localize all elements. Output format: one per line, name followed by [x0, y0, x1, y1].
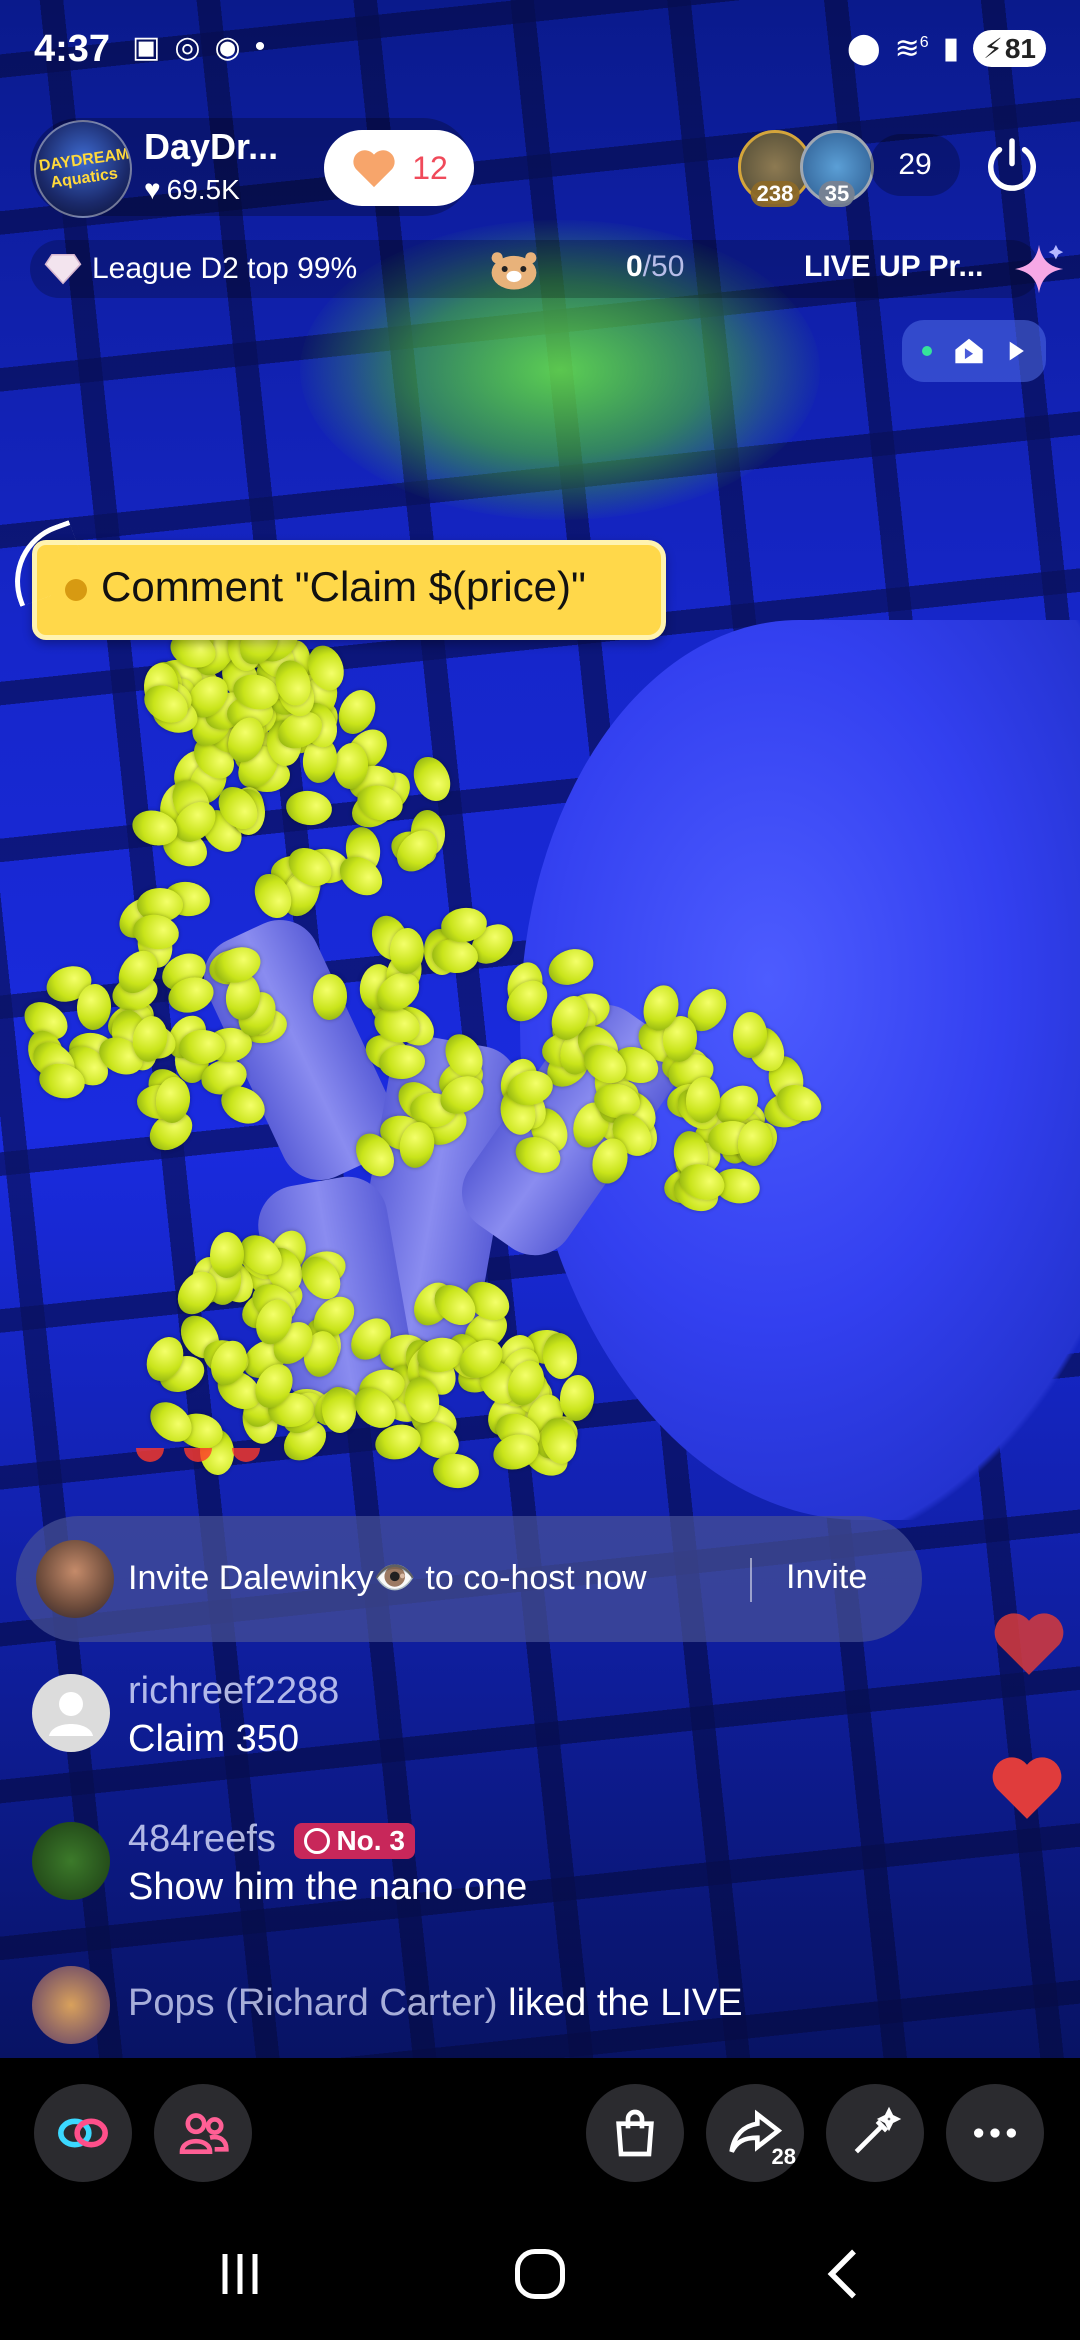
- people-icon: [179, 2113, 229, 2154]
- battery-indicator: ⚡ 81: [973, 30, 1046, 67]
- live-dot: [922, 346, 932, 356]
- reaction-icon: [184, 1448, 212, 1462]
- goal-progress: 0/50: [626, 250, 685, 283]
- user-avatar[interactable]: [32, 1674, 110, 1752]
- comment-username[interactable]: 484reefs No. 3: [128, 1818, 415, 1861]
- house-play-icon[interactable]: [952, 336, 986, 366]
- rank-icon: [304, 1827, 331, 1854]
- power-icon[interactable]: [982, 136, 1042, 196]
- effects-button[interactable]: [826, 2084, 924, 2182]
- shopping-bag-icon: [616, 2109, 654, 2157]
- tag-hole: [65, 579, 87, 601]
- play-icon[interactable]: [1006, 340, 1026, 362]
- heart-icon: ♥: [144, 174, 161, 205]
- cohost-invite-banner[interactable]: Invite Dalewinky👁️ to co-host now Invite: [16, 1516, 922, 1642]
- host-logo: DAYDREAM Aquatics: [37, 145, 131, 192]
- recents-icon[interactable]: [210, 2244, 270, 2304]
- claim-tag: Comment "Claim $(price)": [0, 520, 666, 640]
- charging-icon: ⚡: [983, 33, 1003, 64]
- link-icon: [58, 2118, 108, 2148]
- messenger-icon: ◉: [214, 31, 241, 64]
- reaction-emojis: [136, 1448, 260, 1462]
- diamond-icon: [44, 253, 82, 285]
- share-count: 28: [771, 2144, 796, 2169]
- more-icon: [974, 2128, 1016, 2138]
- home-icon[interactable]: [510, 2244, 570, 2304]
- sparkle-icon[interactable]: [1010, 240, 1068, 298]
- screenshot-icon: ▣: [132, 31, 161, 64]
- default-avatar-icon: [49, 1692, 93, 1736]
- host-avatar[interactable]: DAYDREAM Aquatics: [34, 120, 132, 218]
- divider: [750, 1558, 752, 1602]
- invitee-avatar: [36, 1540, 114, 1618]
- guests-button[interactable]: [154, 2084, 252, 2182]
- media-controls[interactable]: [902, 320, 1046, 382]
- link-button[interactable]: [34, 2084, 132, 2182]
- signal-icon: ▮: [942, 32, 960, 65]
- location-icon: ⬤: [847, 32, 881, 65]
- more-button[interactable]: [946, 2084, 1044, 2182]
- claim-tag-text: Comment "Claim $(price)": [101, 563, 586, 610]
- host-likes: ♥ 69.5K: [144, 174, 240, 205]
- invite-button[interactable]: Invite: [786, 1558, 867, 1597]
- instagram-icon: ◎: [174, 31, 201, 64]
- wifi-icon: ≋6: [894, 32, 929, 65]
- user-avatar[interactable]: [32, 1822, 110, 1900]
- live-up-label: LIVE UP Pr...: [804, 250, 984, 283]
- invite-text: Invite Dalewinky👁️ to co-host now: [128, 1559, 647, 1597]
- status-bar: 4:37 ▣ ◎ ◉ • ⬤ ≋6 ▮ ⚡ 81: [0, 0, 1080, 100]
- heart-icon: [353, 150, 395, 188]
- top-viewers[interactable]: 238 35: [738, 130, 874, 207]
- league-label: League D2 top 99%: [92, 252, 358, 285]
- magic-wand-icon: [854, 2106, 902, 2154]
- comment-username[interactable]: richreef2288: [128, 1670, 339, 1713]
- host-name[interactable]: DayDr...: [144, 126, 278, 168]
- follow-button[interactable]: 12: [324, 130, 474, 206]
- viewer-count[interactable]: 29: [870, 134, 960, 196]
- dot-icon: •: [254, 30, 266, 63]
- back-icon[interactable]: [814, 2244, 874, 2304]
- share-button[interactable]: 28: [706, 2084, 804, 2182]
- bottom-toolbar: 28: [0, 2058, 1080, 2202]
- reaction-icon: [232, 1448, 260, 1462]
- hamster-icon: [491, 252, 537, 290]
- league-bar[interactable]: League D2 top 99% 0/50 LIVE UP Pr...: [30, 240, 1064, 298]
- system-nav-bar: [0, 2202, 1080, 2340]
- comment-text: Claim 350: [128, 1718, 300, 1760]
- reaction-icon: [136, 1448, 164, 1462]
- floating-heart-icon: [994, 1613, 1064, 1675]
- shop-button[interactable]: [586, 2084, 684, 2182]
- clock: 4:37: [34, 28, 111, 70]
- liked-username[interactable]: Pops (Richard Carter): [128, 1982, 498, 2024]
- comment-text: Show him the nano one: [128, 1866, 528, 1908]
- floating-heart-icon: [992, 1757, 1062, 1819]
- viewer-avatar[interactable]: 35: [800, 130, 874, 207]
- liked-notification: Pops (Richard Carter) liked the LIVE: [128, 1982, 743, 2024]
- rank-badge: No. 3: [294, 1822, 415, 1859]
- user-avatar[interactable]: [32, 1966, 110, 2044]
- follow-count: 12: [412, 149, 448, 186]
